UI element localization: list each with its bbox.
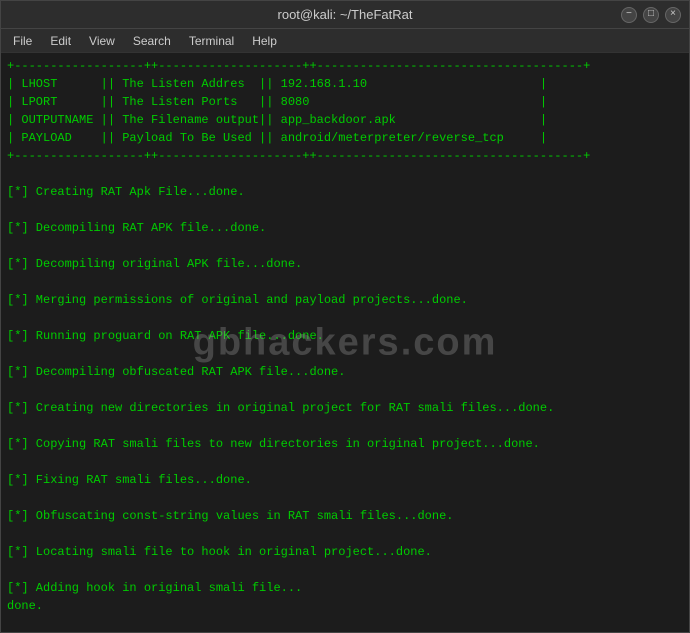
window-title: root@kali: ~/TheFatRat [69,7,621,22]
menu-file[interactable]: File [5,32,40,50]
menu-view[interactable]: View [81,32,123,50]
maximize-button[interactable]: □ [643,7,659,23]
menubar: File Edit View Search Terminal Help [1,29,689,53]
menu-edit[interactable]: Edit [42,32,79,50]
terminal-output: +------------------++-------------------… [7,57,683,632]
terminal-window: root@kali: ~/TheFatRat − □ × File Edit V… [0,0,690,633]
title-bar: root@kali: ~/TheFatRat − □ × [1,1,689,29]
menu-terminal[interactable]: Terminal [181,32,242,50]
window-controls: − □ × [621,7,681,23]
menu-help[interactable]: Help [244,32,285,50]
menu-search[interactable]: Search [125,32,179,50]
minimize-button[interactable]: − [621,7,637,23]
terminal-body[interactable]: gbhackers.com +------------------++-----… [1,53,689,632]
close-button[interactable]: × [665,7,681,23]
